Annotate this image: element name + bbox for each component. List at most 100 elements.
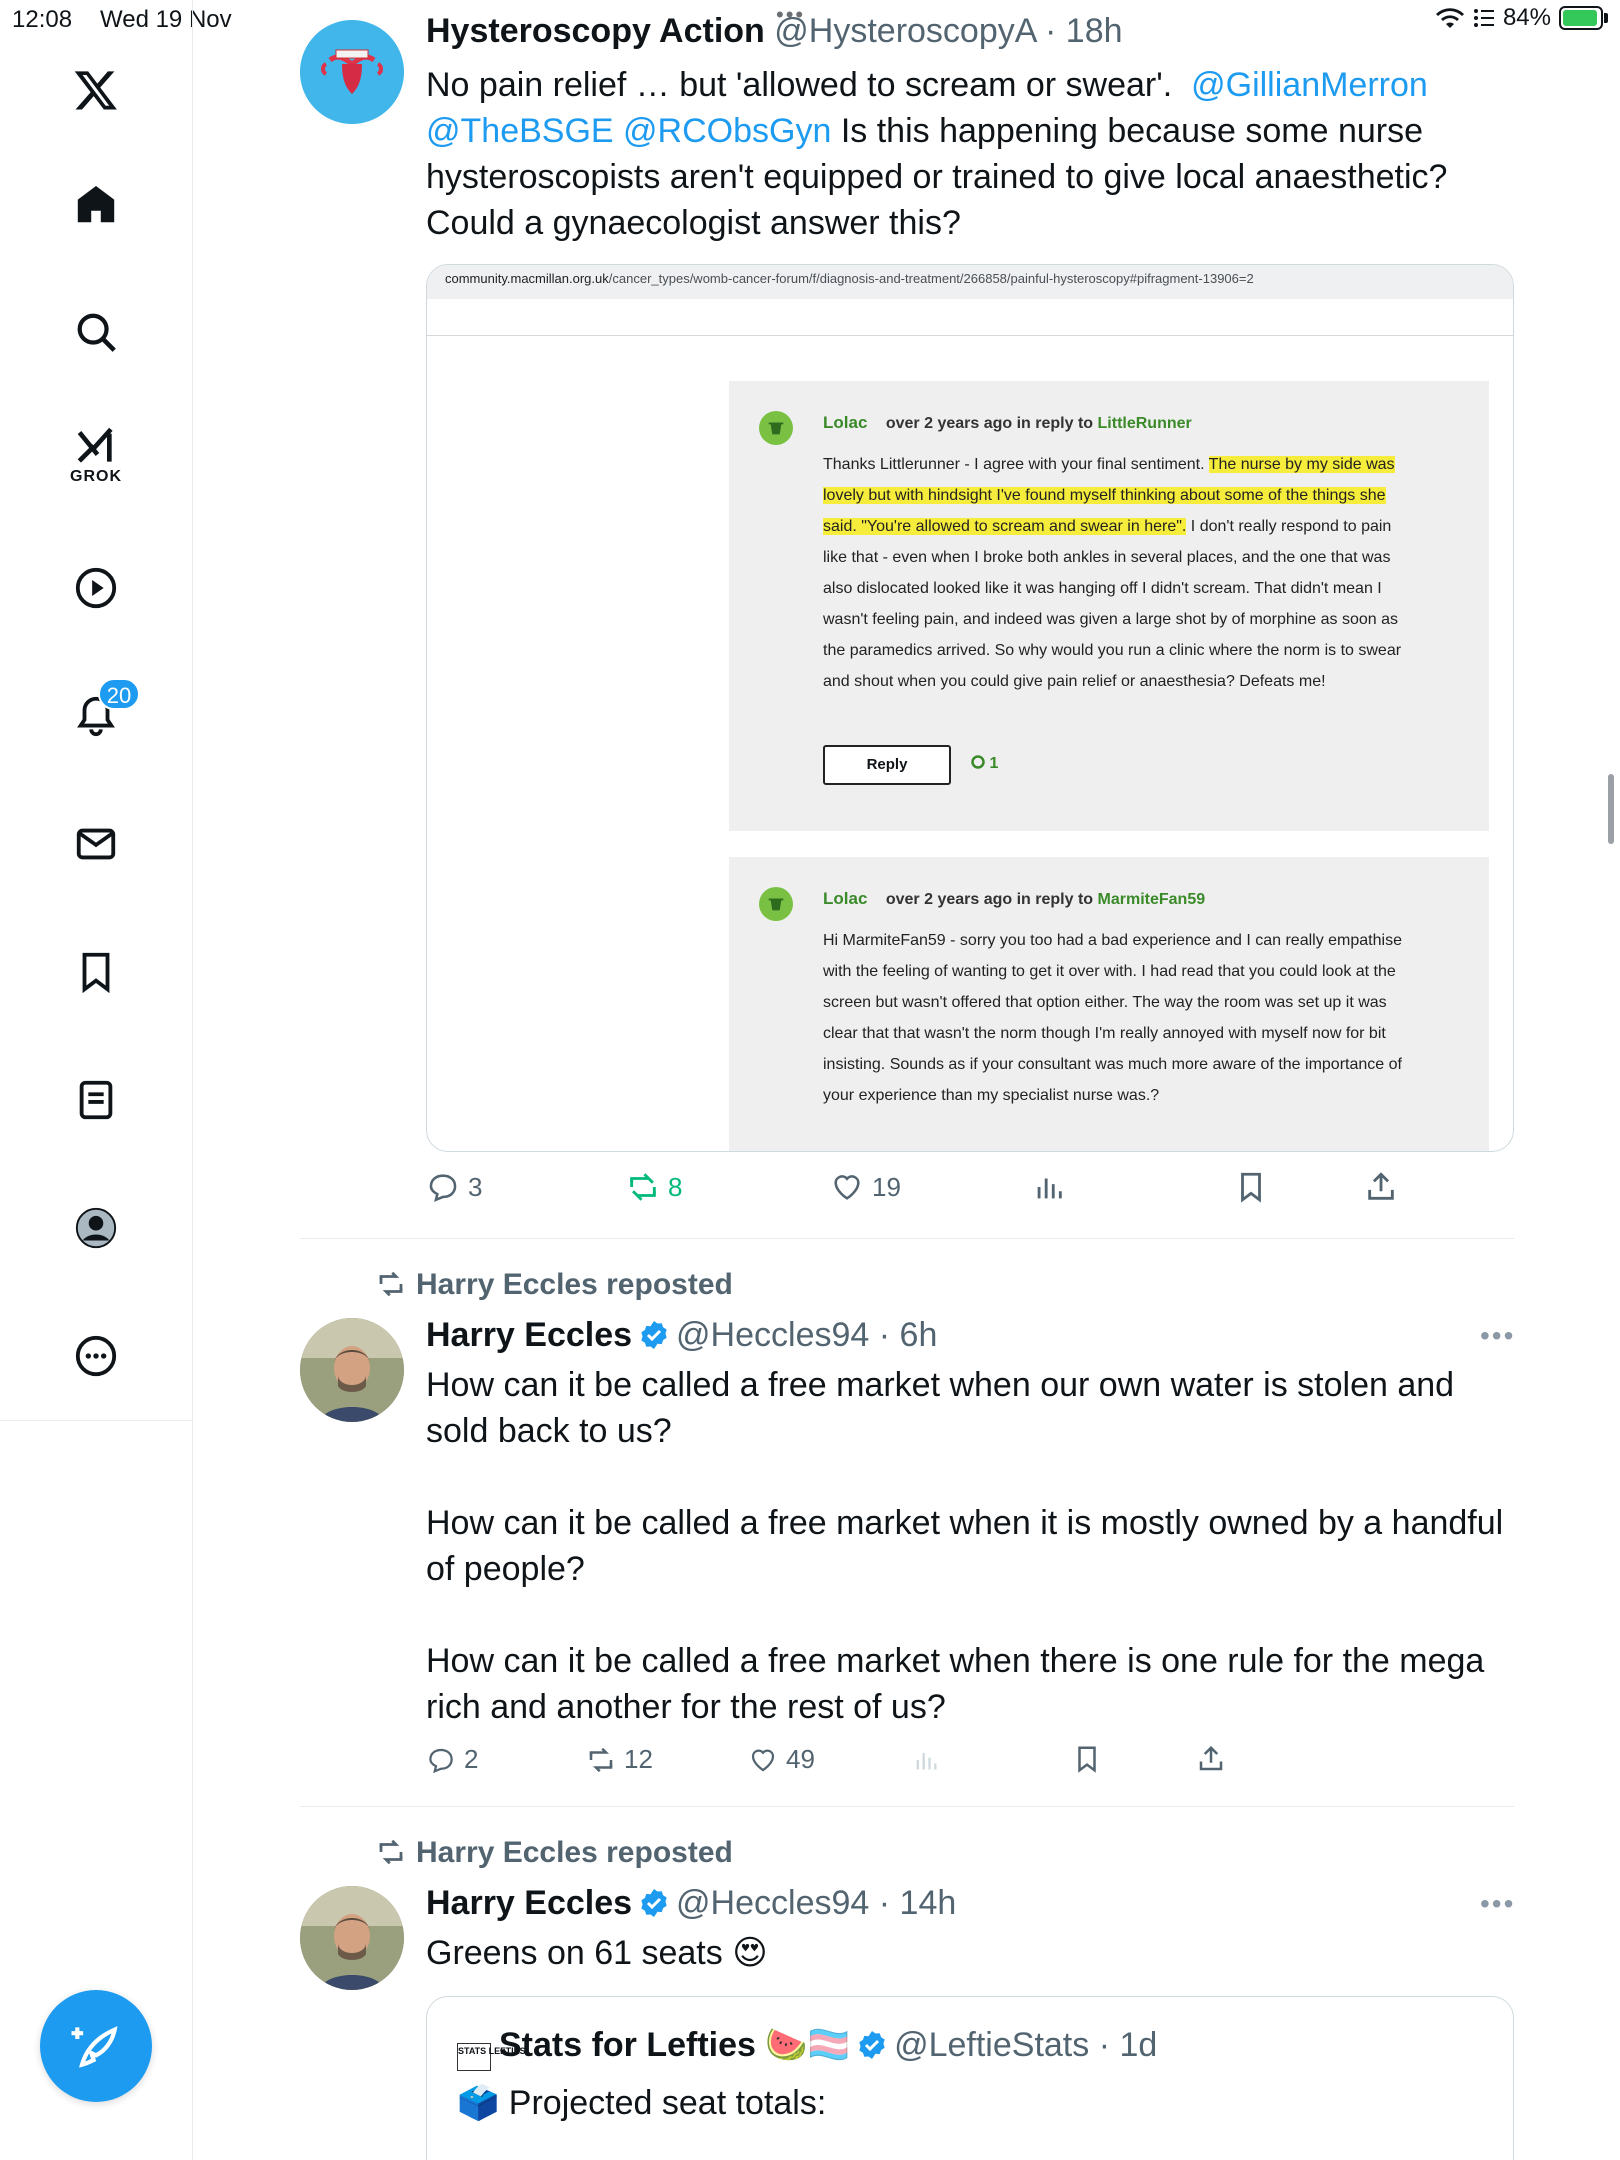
- views-action[interactable]: [912, 1746, 940, 1774]
- bookmark-action[interactable]: [1072, 1744, 1102, 1774]
- forum-avatar-icon: [759, 411, 793, 445]
- grok-label: GROK: [70, 468, 122, 485]
- home-icon[interactable]: [60, 168, 132, 240]
- forum-avatar-icon: [759, 887, 793, 921]
- quoted-tweet-text: 🗳️ Projected seat totals:: [457, 2084, 827, 2122]
- author-name[interactable]: Harry Eccles: [426, 1316, 632, 1354]
- repost-count: 12: [624, 1744, 653, 1774]
- bookmark-action[interactable]: [1234, 1170, 1268, 1204]
- repost-icon: [589, 1747, 613, 1772]
- author-name[interactable]: Hysteroscopy Action: [426, 12, 765, 50]
- embedded-screenshot-card[interactable]: community.macmillan.org.uk/cancer_types/…: [426, 264, 1514, 1152]
- profile-avatar-icon[interactable]: [60, 1192, 132, 1264]
- share-icon: [1368, 1172, 1394, 1200]
- sidebar: GROK 20: [0, 0, 193, 2160]
- name-emoji: 🍉🏳️‍⚧️: [765, 2026, 851, 2064]
- comment-author: Lolac: [823, 413, 868, 432]
- more-options-icon[interactable]: •••: [1480, 1888, 1515, 1920]
- comment-body: Hi MarmiteFan59 - sorry you too had a ba…: [823, 932, 1402, 1104]
- author-handle[interactable]: @HysteroscopyA: [774, 12, 1035, 50]
- lists-icon[interactable]: [60, 1064, 132, 1136]
- tweet-text: How can it be called a free market when …: [426, 1366, 1504, 1726]
- forum-comment: Lolac over 2 years ago in reply to Littl…: [729, 381, 1489, 831]
- like-circle-icon: [971, 755, 985, 769]
- forum-comment: Lolac over 2 years ago in reply to Marmi…: [729, 857, 1489, 1151]
- quoted-tweet-time: · 1d: [1098, 2026, 1158, 2064]
- repost-indicator[interactable]: Harry Eccles reposted: [376, 1268, 733, 1302]
- x-logo-icon[interactable]: [60, 54, 132, 126]
- reply-count: 2: [464, 1744, 479, 1774]
- tweet-time[interactable]: · 14h: [879, 1884, 957, 1922]
- bookmarks-icon[interactable]: [60, 936, 132, 1008]
- comment-like-count: 1: [971, 755, 998, 773]
- sidebar-divider: [0, 1420, 193, 1421]
- battery-icon: [1559, 6, 1608, 30]
- views-action[interactable]: [1032, 1170, 1066, 1204]
- comment-body: Thanks Littlerunner - I agree with your …: [823, 456, 1402, 690]
- repost-icon: [379, 1271, 403, 1297]
- comment-author: Lolac: [823, 889, 868, 908]
- heart-icon: [751, 1749, 775, 1771]
- reply-action[interactable]: 2: [426, 1744, 478, 1775]
- mention-link[interactable]: @RCObsGyn: [623, 112, 831, 150]
- repost-icon: [630, 1173, 656, 1201]
- reply-icon: [429, 1174, 457, 1202]
- hysteroscopy-logo-icon: [300, 20, 404, 124]
- bookmark-icon: [1241, 1172, 1261, 1203]
- author-avatar[interactable]: [300, 1318, 404, 1422]
- grok-icon[interactable]: GROK: [60, 420, 132, 492]
- verified-badge-icon: [641, 1321, 667, 1349]
- like-action[interactable]: 19: [830, 1170, 901, 1204]
- like-count: 19: [872, 1171, 901, 1202]
- focus-list-icon: [1473, 9, 1494, 27]
- author-handle[interactable]: @Heccles94: [676, 1316, 869, 1354]
- quoted-tweet[interactable]: STATS LEFTIESStats for Lefties 🍉🏳️‍⚧️ @Le…: [426, 1996, 1514, 2160]
- tweet-text: No pain relief … but 'allowed to scream …: [426, 66, 1448, 242]
- analytics-icon: [916, 1753, 937, 1770]
- mention-link[interactable]: @GillianMerron: [1191, 66, 1428, 104]
- heart-eyes-emoji: 😍: [732, 1934, 768, 1972]
- compose-feather-icon: [71, 2026, 118, 2068]
- share-action[interactable]: [1196, 1744, 1226, 1774]
- tweet-text: Greens on 61 seats 😍: [426, 1934, 768, 1972]
- reply-count: 3: [468, 1171, 483, 1202]
- quoted-author-name: Stats for Lefties: [499, 2026, 756, 2064]
- bookmark-icon: [1078, 1746, 1096, 1773]
- tweet-time[interactable]: · 6h: [879, 1316, 938, 1354]
- author-handle[interactable]: @Heccles94: [676, 1884, 869, 1922]
- wifi-icon: [1435, 8, 1464, 28]
- like-action[interactable]: 49: [748, 1744, 815, 1775]
- analytics-icon: [1037, 1178, 1062, 1199]
- repost-indicator[interactable]: Harry Eccles reposted: [376, 1836, 733, 1870]
- like-count: 49: [786, 1744, 815, 1774]
- author-name[interactable]: Harry Eccles: [426, 1884, 632, 1922]
- user-photo-icon: [300, 1318, 404, 1422]
- more-icon[interactable]: [60, 1320, 132, 1392]
- search-icon[interactable]: [60, 296, 132, 368]
- video-icon[interactable]: [60, 552, 132, 624]
- ballot-box-emoji: 🗳️: [457, 2084, 500, 2122]
- scrollbar[interactable]: [1608, 774, 1614, 844]
- comment-reply-button: Reply: [823, 745, 951, 785]
- tweet-time[interactable]: · 18h: [1045, 12, 1123, 50]
- more-options-icon[interactable]: •••: [1480, 1320, 1515, 1352]
- repost-action[interactable]: 12: [586, 1744, 653, 1775]
- author-avatar[interactable]: [300, 20, 404, 124]
- notifications-icon[interactable]: 20: [60, 678, 140, 752]
- reply-icon: [429, 1748, 453, 1773]
- battery-percent: 84%: [1502, 4, 1551, 31]
- repost-count: 8: [668, 1171, 683, 1202]
- share-action[interactable]: [1364, 1170, 1398, 1204]
- repost-action[interactable]: 8: [626, 1170, 682, 1204]
- share-icon: [1199, 1745, 1223, 1771]
- messages-icon[interactable]: [60, 808, 132, 880]
- heart-icon: [834, 1175, 860, 1200]
- notifications-badge: 20: [98, 678, 140, 710]
- verified-badge-icon: [859, 2031, 885, 2059]
- url-bar: community.macmillan.org.uk/cancer_types/…: [427, 265, 1513, 299]
- reply-action[interactable]: 3: [426, 1170, 482, 1204]
- author-avatar[interactable]: [300, 1886, 404, 1990]
- mention-link[interactable]: @TheBSGE: [426, 112, 614, 150]
- compose-button[interactable]: [40, 1990, 152, 2102]
- user-photo-icon: [300, 1886, 404, 1990]
